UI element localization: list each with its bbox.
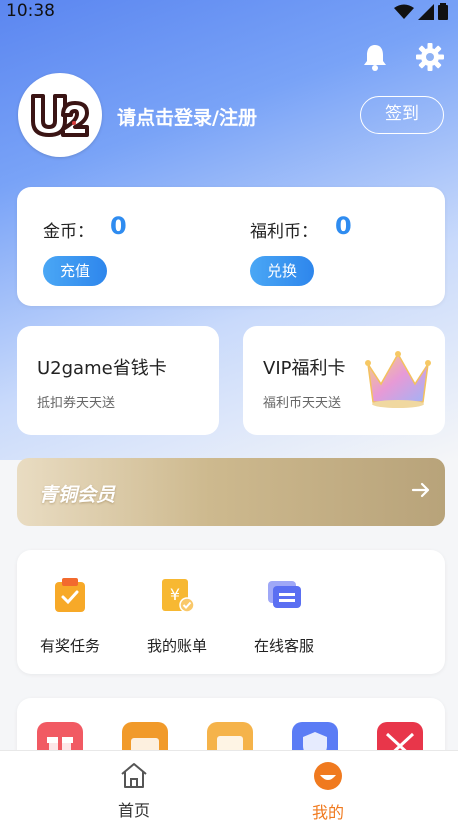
task-clipboard-icon [55,578,85,612]
bill-icon: ¥ [162,579,195,613]
battery-icon [438,3,448,20]
arrow-right-icon [411,482,430,498]
avatar[interactable] [18,73,102,157]
exchange-button[interactable]: 兑换 [250,256,314,286]
status-bar: 10:38 [0,0,458,22]
crown-icon [365,351,431,408]
welfare-coin-label: 福利币： [250,222,318,242]
home-icon [121,763,147,788]
vip-card-promo[interactable]: VIP福利卡 福利币天天送 [243,326,445,435]
status-time: 10:38 [6,1,55,21]
login-register-link[interactable]: 请点击登录/注册 [117,103,257,130]
svg-text:¥: ¥ [170,585,180,604]
tab-mine-label: 我的 [311,803,344,820]
bell-icon[interactable] [360,42,390,72]
saving-card-promo[interactable]: U2game省钱卡 抵扣券天天送 [17,326,219,435]
chat-icon [268,581,301,608]
tab-mine[interactable]: 我的 [288,761,368,820]
recharge-button[interactable]: 充值 [43,256,107,286]
u2-logo-icon [31,94,89,137]
service-tasks[interactable]: 有奖任务 [25,577,115,656]
promo-subtitle: 福利币天天送 [263,396,342,411]
bottom-tab-bar: 首页 我的 [0,750,458,820]
service-label: 我的账单 [146,637,207,655]
membership-banner[interactable]: 青铜会员 [17,458,445,526]
promo-title: VIP福利卡 [263,358,346,379]
services-card: 有奖任务 ¥ 我的账单 在线客服 [17,550,445,674]
membership-label: 青铜会员 [39,484,116,506]
promo-title: U2game省钱卡 [37,358,167,379]
gold-coin-label: 金币： [43,222,94,242]
profile-face-icon [314,762,342,790]
service-bills[interactable]: ¥ 我的账单 [132,577,222,656]
tab-home[interactable]: 首页 [94,761,174,820]
welfare-coin-value: 0 [335,212,352,240]
service-label: 在线客服 [253,637,314,655]
signal-icon [418,3,434,20]
gold-coin-value: 0 [110,212,127,240]
wifi-icon [394,4,414,19]
gear-icon[interactable] [415,42,445,72]
signin-button[interactable]: 签到 [360,96,444,134]
service-label: 有奖任务 [39,637,100,655]
tab-home-label: 首页 [117,801,150,820]
service-support[interactable]: 在线客服 [239,577,329,656]
wallet-card: 金币： 0 充值 福利币： 0 兑换 [17,187,445,306]
promo-subtitle: 抵扣券天天送 [37,396,116,411]
